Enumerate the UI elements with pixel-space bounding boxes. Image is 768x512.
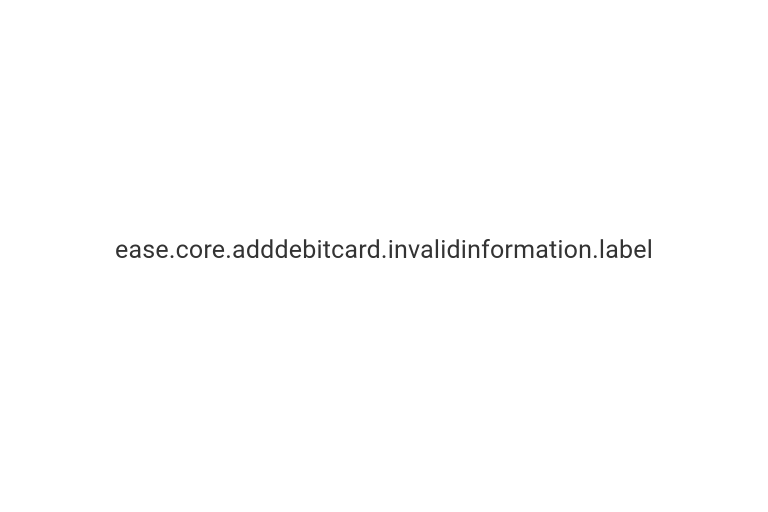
missing-localization-key-label: ease.core.adddebitcard.invalidinformatio…: [115, 236, 653, 265]
